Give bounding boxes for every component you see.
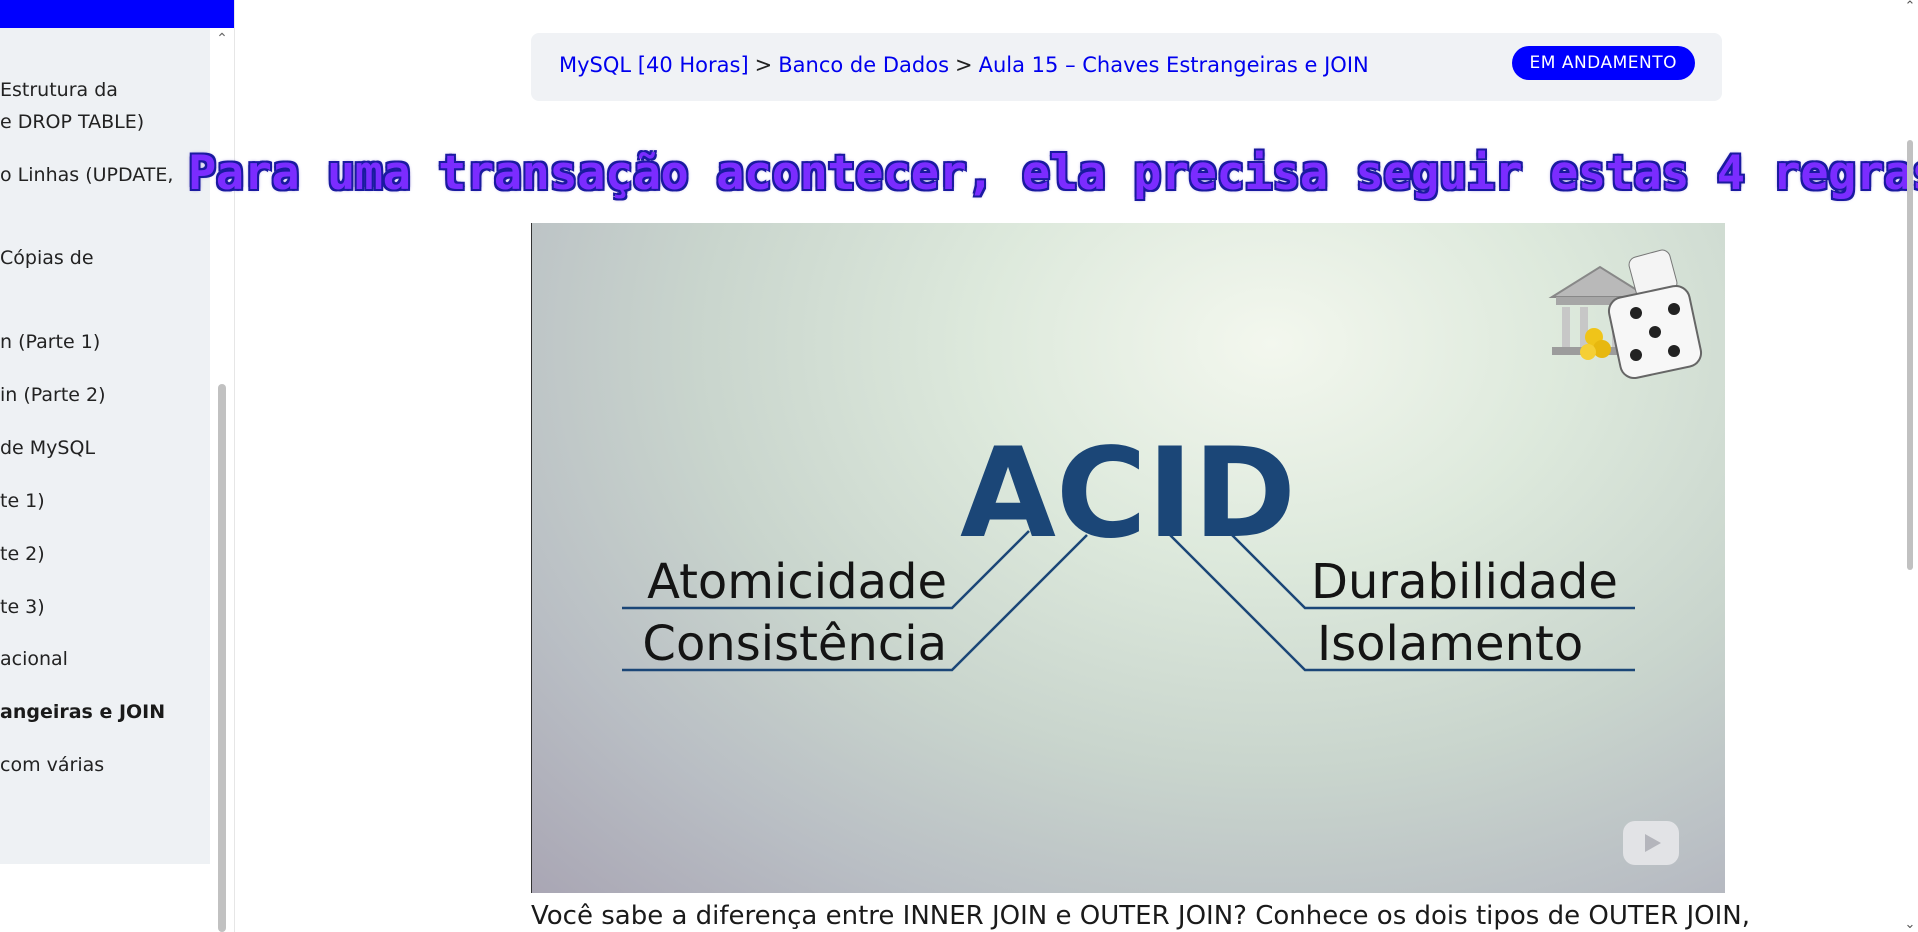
youtube-play-icon[interactable] xyxy=(1623,821,1679,865)
chevron-up-icon[interactable]: ⌃ xyxy=(216,31,228,45)
video-player[interactable]: ACID Atomicidade Consistência Durabilida… xyxy=(531,223,1725,893)
sidebar-item-line[interactable]: e DROP TABLE) xyxy=(0,106,210,138)
acid-term-isolamento: Isolamento xyxy=(1317,616,1583,672)
sidebar-item-line[interactable]: Estrutura da xyxy=(0,74,210,106)
sidebar-item-line[interactable]: com várias xyxy=(0,749,210,781)
breadcrumb-separator: > xyxy=(955,53,973,77)
acid-title: ACID xyxy=(960,422,1296,566)
sidebar-header-bar xyxy=(0,0,234,28)
chevron-down-icon[interactable]: ⌄ xyxy=(1904,917,1916,930)
lesson-paragraph: Você sabe a diferença entre INNER JOIN e… xyxy=(531,901,1751,931)
breadcrumb: MySQL [40 Horas] > Banco de Dados > Aula 15 … xyxy=(559,53,1369,77)
sidebar-lesson-list: Estrutura da e DROP TABLE) o Linhas (UPD… xyxy=(0,28,210,864)
breadcrumb-bar: MySQL [40 Horas] > Banco de Dados > Aula 15 … xyxy=(531,33,1722,101)
acid-term-atomicidade: Atomicidade xyxy=(647,554,947,610)
sidebar-scroll-thumb[interactable] xyxy=(218,384,226,932)
sidebar-item-line[interactable]: o Linhas (UPDATE, xyxy=(0,159,210,191)
chevron-up-icon[interactable]: ⌃ xyxy=(1904,0,1916,12)
sidebar-item-current-lesson[interactable]: angeiras e JOIN xyxy=(0,696,210,728)
acid-term-durabilidade: Durabilidade xyxy=(1311,554,1618,610)
sidebar-item-line[interactable]: te 3) xyxy=(0,591,210,623)
sidebar-item-line[interactable]: de MySQL xyxy=(0,432,210,464)
breadcrumb-link-lesson[interactable]: Aula 15 – Chaves Estrangeiras e JOIN xyxy=(979,53,1369,77)
page-scroll-thumb[interactable] xyxy=(1907,140,1913,570)
acid-term-consistencia: Consistência xyxy=(642,616,947,672)
page-scrollbar[interactable]: ⌃ ⌄ xyxy=(1902,0,1918,932)
sidebar-item-line[interactable]: in (Parte 2) xyxy=(0,379,210,411)
breadcrumb-link-course[interactable]: MySQL [40 Horas] xyxy=(559,53,749,77)
overlay-heading: Para uma transação acontecer, ela precis… xyxy=(188,146,1918,201)
breadcrumb-separator: > xyxy=(754,53,773,77)
status-badge: EM ANDAMENTO xyxy=(1511,46,1695,80)
sidebar-item-line[interactable]: te 1) xyxy=(0,485,210,517)
lesson-sidebar: Estrutura da e DROP TABLE) o Linhas (UPD… xyxy=(0,0,235,932)
sidebar-item-line[interactable]: acional xyxy=(0,643,210,675)
sidebar-item-line[interactable]: n (Parte 1) xyxy=(0,326,210,358)
sidebar-item-line[interactable]: te 2) xyxy=(0,538,210,570)
breadcrumb-link-category[interactable]: Banco de Dados xyxy=(778,53,949,77)
sidebar-item-line[interactable]: Cópias de xyxy=(0,242,210,274)
bank-dice-icon xyxy=(1548,249,1703,380)
